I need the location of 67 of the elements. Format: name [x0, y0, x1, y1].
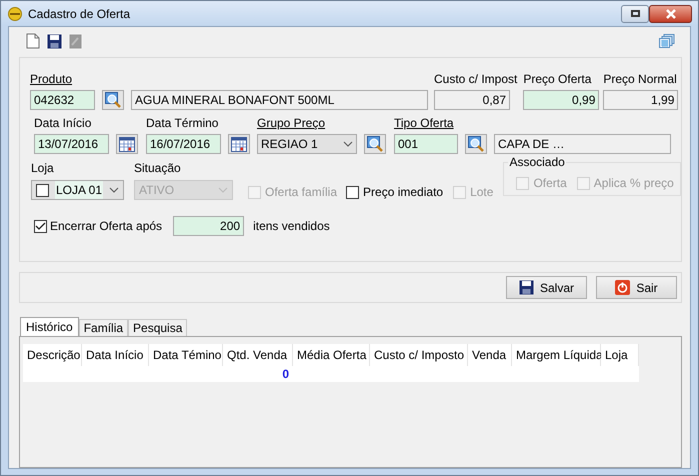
- column-header[interactable]: Margem Líquida: [512, 344, 601, 366]
- chevron-down-icon: [343, 141, 353, 147]
- checkbox-label: Preço imediato: [363, 184, 444, 201]
- field-label: Grupo Preço: [257, 115, 326, 131]
- field-label: itens vendidos: [253, 218, 330, 235]
- edit-document-icon: [69, 34, 82, 48]
- checkbox[interactable]: [34, 220, 47, 232]
- field-label: Custo c/ Impost: [434, 71, 518, 87]
- power-icon: [615, 280, 630, 295]
- restore-button[interactable]: [621, 4, 649, 22]
- checkbox-label: Encerrar Oferta após: [50, 218, 162, 235]
- dropdown[interactable]: REGIAO 1: [257, 134, 357, 154]
- window-title: Cadastro de Oferta: [28, 6, 130, 22]
- checkbox-label: Oferta família: [265, 184, 338, 201]
- save-icon: [518, 280, 534, 295]
- field-label: Tipo Oferta: [394, 115, 454, 131]
- input-field[interactable]: 16/07/2016: [146, 134, 221, 154]
- tab[interactable]: Família: [78, 319, 128, 336]
- chevron-down-icon: [218, 187, 228, 193]
- new-document-icon[interactable]: [26, 33, 40, 49]
- save-icon[interactable]: [47, 34, 62, 48]
- app-icon: [7, 6, 23, 22]
- input-field[interactable]: AGUA MINERAL BONAFONT 500ML: [131, 90, 428, 110]
- exit-button[interactable]: Sair: [596, 276, 677, 299]
- input-field[interactable]: 1,99: [603, 90, 678, 110]
- field-label: Preço Normal: [603, 71, 677, 87]
- windows-icon[interactable]: [659, 34, 675, 48]
- chevron-down-icon: [109, 187, 119, 193]
- dropdown: ATIVO: [134, 180, 233, 200]
- input-field[interactable]: 001: [394, 134, 458, 154]
- group-title: Associado: [508, 155, 566, 169]
- input-field[interactable]: 13/07/2016: [34, 134, 109, 154]
- checkbox-label: Lote: [470, 184, 494, 201]
- field-label: Loja: [31, 160, 54, 176]
- calendar-button[interactable]: [116, 134, 138, 154]
- column-header[interactable]: Data Início: [82, 344, 149, 366]
- checkbox-label: Aplica % preço: [594, 175, 674, 192]
- column-header[interactable]: Custo c/ Imposto: [370, 344, 468, 366]
- table-total: 0: [282, 366, 289, 383]
- column-header[interactable]: Data Témino: [149, 344, 223, 366]
- input-field[interactable]: 0,87: [434, 90, 510, 110]
- column-header[interactable]: Média Oferta: [293, 344, 370, 366]
- field-label: Situação: [134, 160, 181, 176]
- field-label: Data Início: [34, 115, 92, 131]
- column-header[interactable]: Loja: [601, 344, 639, 366]
- checkbox-label: Oferta: [533, 175, 567, 192]
- tab[interactable]: Pesquisa: [128, 319, 188, 336]
- field-label: Data Término: [146, 115, 218, 131]
- input-field[interactable]: CAPA DE …: [494, 134, 671, 154]
- field-label: Preço Oferta: [523, 71, 592, 87]
- search-button[interactable]: [364, 134, 386, 154]
- dropdown[interactable]: LOJA 01: [31, 180, 124, 200]
- input-field[interactable]: 042632: [30, 90, 95, 110]
- save-button[interactable]: Salvar: [506, 276, 587, 299]
- calendar-button[interactable]: [228, 134, 250, 154]
- column-header[interactable]: Qtd. Venda: [223, 344, 293, 366]
- search-button[interactable]: [102, 90, 124, 110]
- column-header[interactable]: Descrição: [23, 344, 82, 366]
- close-icon: [664, 8, 676, 18]
- column-header[interactable]: Venda: [468, 344, 512, 366]
- close-button[interactable]: [649, 4, 692, 22]
- input-field[interactable]: 200: [173, 216, 244, 236]
- tab[interactable]: Histórico: [20, 317, 79, 336]
- search-button[interactable]: [465, 134, 487, 154]
- checkbox[interactable]: [346, 186, 360, 198]
- input-field[interactable]: 0,99: [523, 90, 600, 110]
- field-label: Produto: [30, 71, 72, 87]
